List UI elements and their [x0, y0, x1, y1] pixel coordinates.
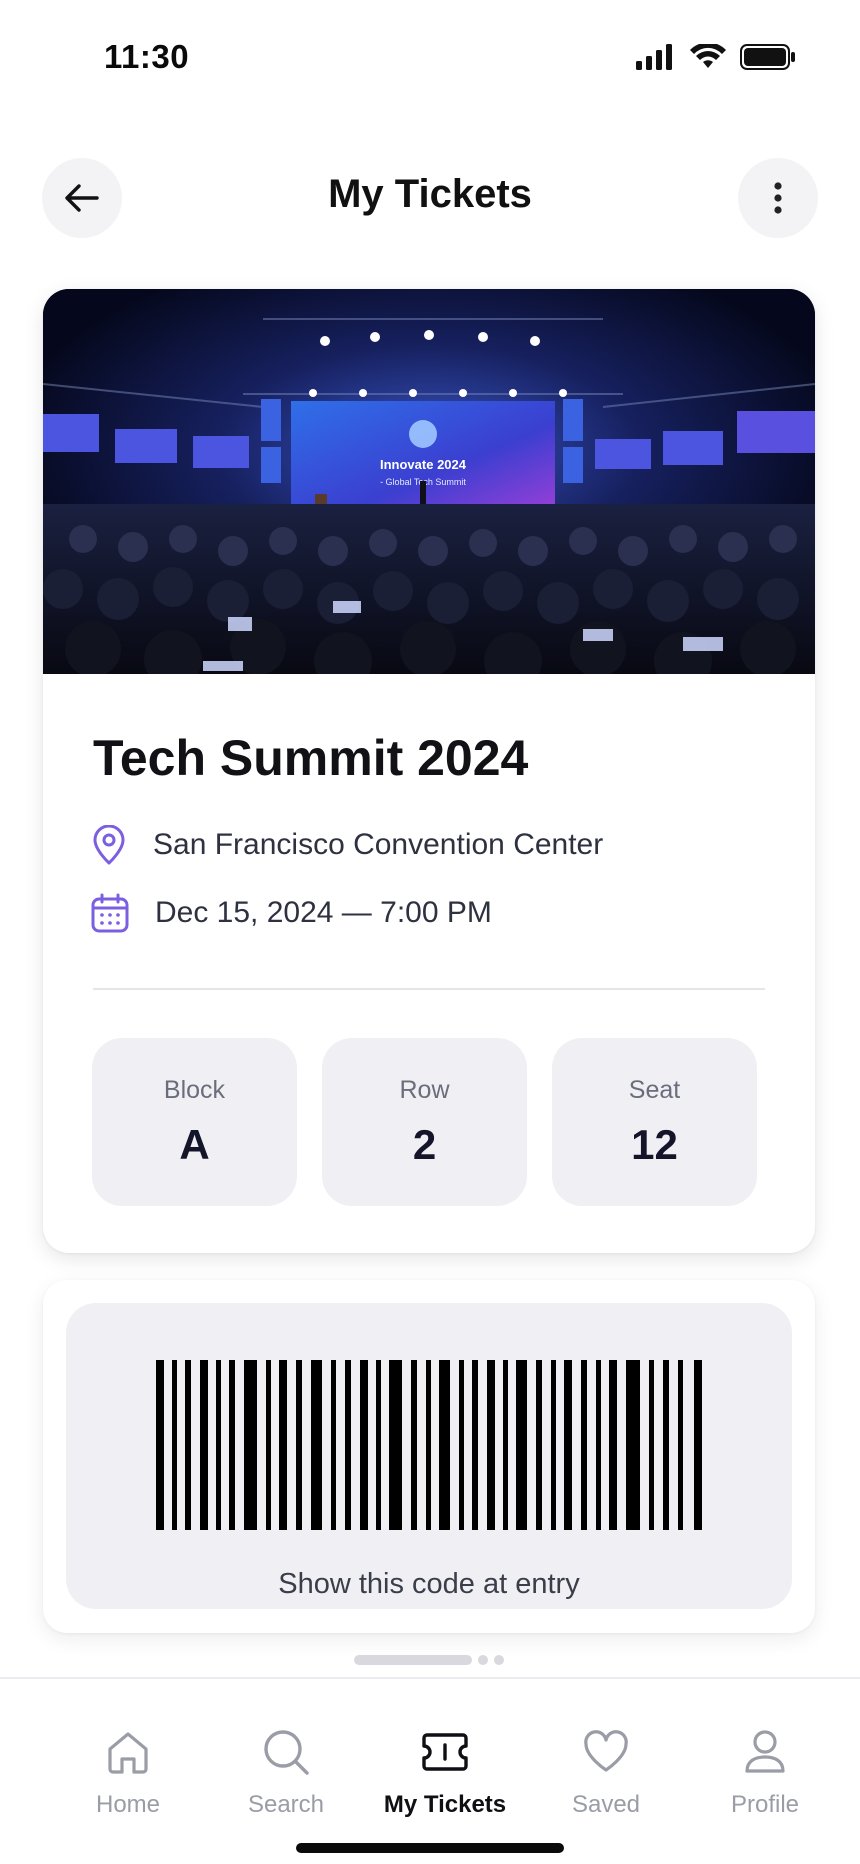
tab-home-label: Home [95, 1791, 161, 1818]
signal-icon [636, 44, 672, 70]
tab-profile-label: Profile [730, 1791, 800, 1818]
event-title: Tech Summit 2024 [93, 730, 529, 786]
user-icon [745, 1730, 785, 1773]
page-indicator[interactable] [354, 1655, 504, 1665]
barcode-caption: Show this code at entry [278, 1568, 580, 1600]
seat-box: Seat 12 [552, 1038, 757, 1206]
event-location: San Francisco Convention Center [153, 828, 604, 861]
page-indicator-dot [478, 1655, 488, 1665]
tab-saved-label: Saved [571, 1791, 641, 1818]
status-bar: 11:30 [0, 0, 860, 120]
header: My Tickets [0, 158, 860, 238]
datetime-row: Dec 15, 2024 — 7:00 PM [91, 893, 492, 933]
block-label: Block [163, 1076, 226, 1104]
ticket-icon [422, 1733, 468, 1771]
location-pin-icon [93, 825, 125, 865]
tab-my-tickets-label: My Tickets [383, 1791, 507, 1818]
tab-home[interactable]: Home [48, 1727, 208, 1819]
tab-search-label: Search [247, 1791, 325, 1818]
row-box: Row 2 [322, 1038, 527, 1206]
wifi-icon [690, 44, 726, 68]
home-indicator [296, 1843, 564, 1853]
more-options-button[interactable] [738, 158, 818, 238]
tab-search[interactable]: Search [206, 1727, 366, 1819]
tab-profile[interactable]: Profile [685, 1727, 845, 1819]
barcode-card: Show this code at entry [43, 1280, 815, 1633]
status-time: 11:30 [104, 38, 190, 75]
page-indicator-dot [494, 1655, 504, 1665]
event-datetime: Dec 15, 2024 — 7:00 PM [155, 896, 492, 929]
ticket-card[interactable]: Innovate 2024 - Global Tech Summit [43, 289, 815, 1253]
battery-icon [740, 44, 795, 70]
image-headline: Innovate 2024 [380, 457, 467, 472]
page-title: My Tickets [328, 172, 532, 216]
row-label: Row [399, 1076, 450, 1104]
location-row: San Francisco Convention Center [91, 825, 603, 865]
home-icon [108, 1732, 148, 1774]
row-value: 2 [412, 1121, 437, 1168]
search-icon [264, 1730, 309, 1775]
seating-info: Block A Row 2 Seat 12 [92, 1038, 757, 1206]
calendar-icon [91, 893, 129, 933]
tab-bar: Home Search My Tickets Saved Profile [0, 1677, 860, 1864]
block-value: A [179, 1121, 210, 1168]
seat-value: 12 [631, 1121, 678, 1168]
tab-saved[interactable]: Saved [526, 1727, 686, 1819]
tab-my-tickets[interactable]: My Tickets [365, 1727, 525, 1819]
page-indicator-active [354, 1655, 472, 1665]
heart-icon [584, 1730, 628, 1772]
status-icons [636, 44, 796, 70]
event-image: Innovate 2024 - Global Tech Summit [43, 289, 815, 674]
block-box: Block A [92, 1038, 297, 1206]
divider [93, 988, 765, 990]
barcode-panel: Show this code at entry [66, 1303, 792, 1609]
barcode [156, 1360, 702, 1530]
seat-label: Seat [628, 1076, 681, 1104]
more-vertical-icon [774, 182, 782, 214]
